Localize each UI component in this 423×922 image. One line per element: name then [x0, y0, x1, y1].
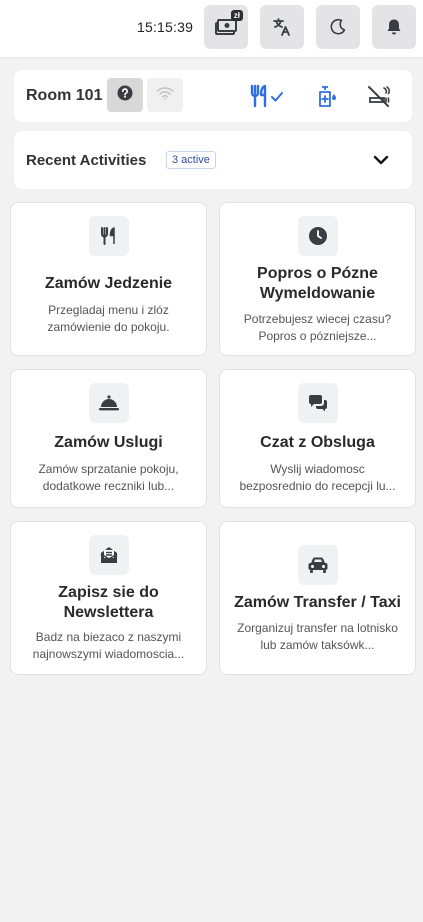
order-food-tile[interactable]: Zamów Jedzenie Przegladaj menu i zlóz za…: [10, 202, 207, 356]
clock: 15:15:39: [137, 19, 194, 35]
bell-icon: [386, 18, 402, 36]
late-checkout-tile[interactable]: Popros o Pózne Wymeldowanie Potrzebujesz…: [219, 202, 416, 356]
wifi-button[interactable]: [147, 78, 183, 112]
tile-title: Popros o Pózne Wymeldowanie: [257, 265, 378, 302]
theme-toggle-button[interactable]: [316, 5, 360, 49]
chat-with-staff-tile[interactable]: Czat z Obsluga Wyslij wiadomosc bezposre…: [219, 369, 416, 508]
tile-description: Zamów sprzatanie pokoju, dodatkowe reczn…: [38, 462, 179, 493]
currency-button[interactable]: zł: [204, 5, 248, 49]
chat-icon: [298, 383, 338, 423]
tile-description: Zorganizuj transfer na lotnisko lub zamó…: [237, 621, 398, 652]
tile-description: Przegladaj menu i zlóz zamówienie do pok…: [47, 303, 170, 334]
tile-title: Zamów Jedzenie: [44, 275, 173, 292]
tile-title: Zamów Transfer / Taxi: [234, 594, 401, 611]
recent-activities-title: Recent Activities: [26, 152, 147, 169]
wifi-icon: [156, 86, 174, 105]
transfer-taxi-tile[interactable]: Zamów Transfer / Taxi Zorganizuj transfe…: [219, 521, 416, 675]
language-button[interactable]: [260, 5, 304, 49]
sanitizer-icon: [314, 82, 340, 110]
moon-icon: [329, 18, 347, 36]
service-bell-icon: [89, 383, 129, 423]
notifications-button[interactable]: [372, 5, 416, 49]
tile-title: Zamów Uslugi: [54, 434, 163, 451]
translate-icon: [272, 17, 292, 37]
help-button[interactable]: [107, 78, 143, 112]
no-smoking-icon: [366, 82, 392, 110]
top-bar: 15:15:39 zł: [0, 0, 423, 58]
newsletter-tile[interactable]: Zapisz sie do Newslettera Badz na biezac…: [10, 521, 207, 675]
help-icon: [117, 85, 133, 106]
tile-title: Czat z Obsluga: [260, 434, 375, 451]
active-count-badge: 3 active: [166, 151, 216, 169]
room-card: Room 101: [14, 70, 412, 122]
clock-icon: [298, 216, 338, 256]
tile-description: Wyslij wiadomosc bezposrednio do recepcj…: [239, 462, 396, 493]
chevron-down-icon[interactable]: [372, 151, 390, 169]
tile-description: Badz na biezaco z naszymi najnowszymi wi…: [32, 630, 185, 661]
tile-description: Potrzebujesz wiecej czasu? Popros o pózn…: [243, 312, 392, 343]
recent-activities-panel[interactable]: Recent Activities 3 active: [14, 131, 412, 189]
order-services-tile[interactable]: Zamów Uslugi Zamów sprzatanie pokoju, do…: [10, 369, 207, 508]
room-title: Room 101: [26, 87, 103, 104]
restaurant-check-icon: [248, 82, 290, 110]
utensils-icon: [89, 216, 129, 256]
tile-title: Zapisz sie do Newslettera: [58, 584, 159, 621]
envelope-open-icon: [89, 535, 129, 575]
currency-badge: zł: [230, 10, 243, 21]
car-icon: [298, 545, 338, 585]
